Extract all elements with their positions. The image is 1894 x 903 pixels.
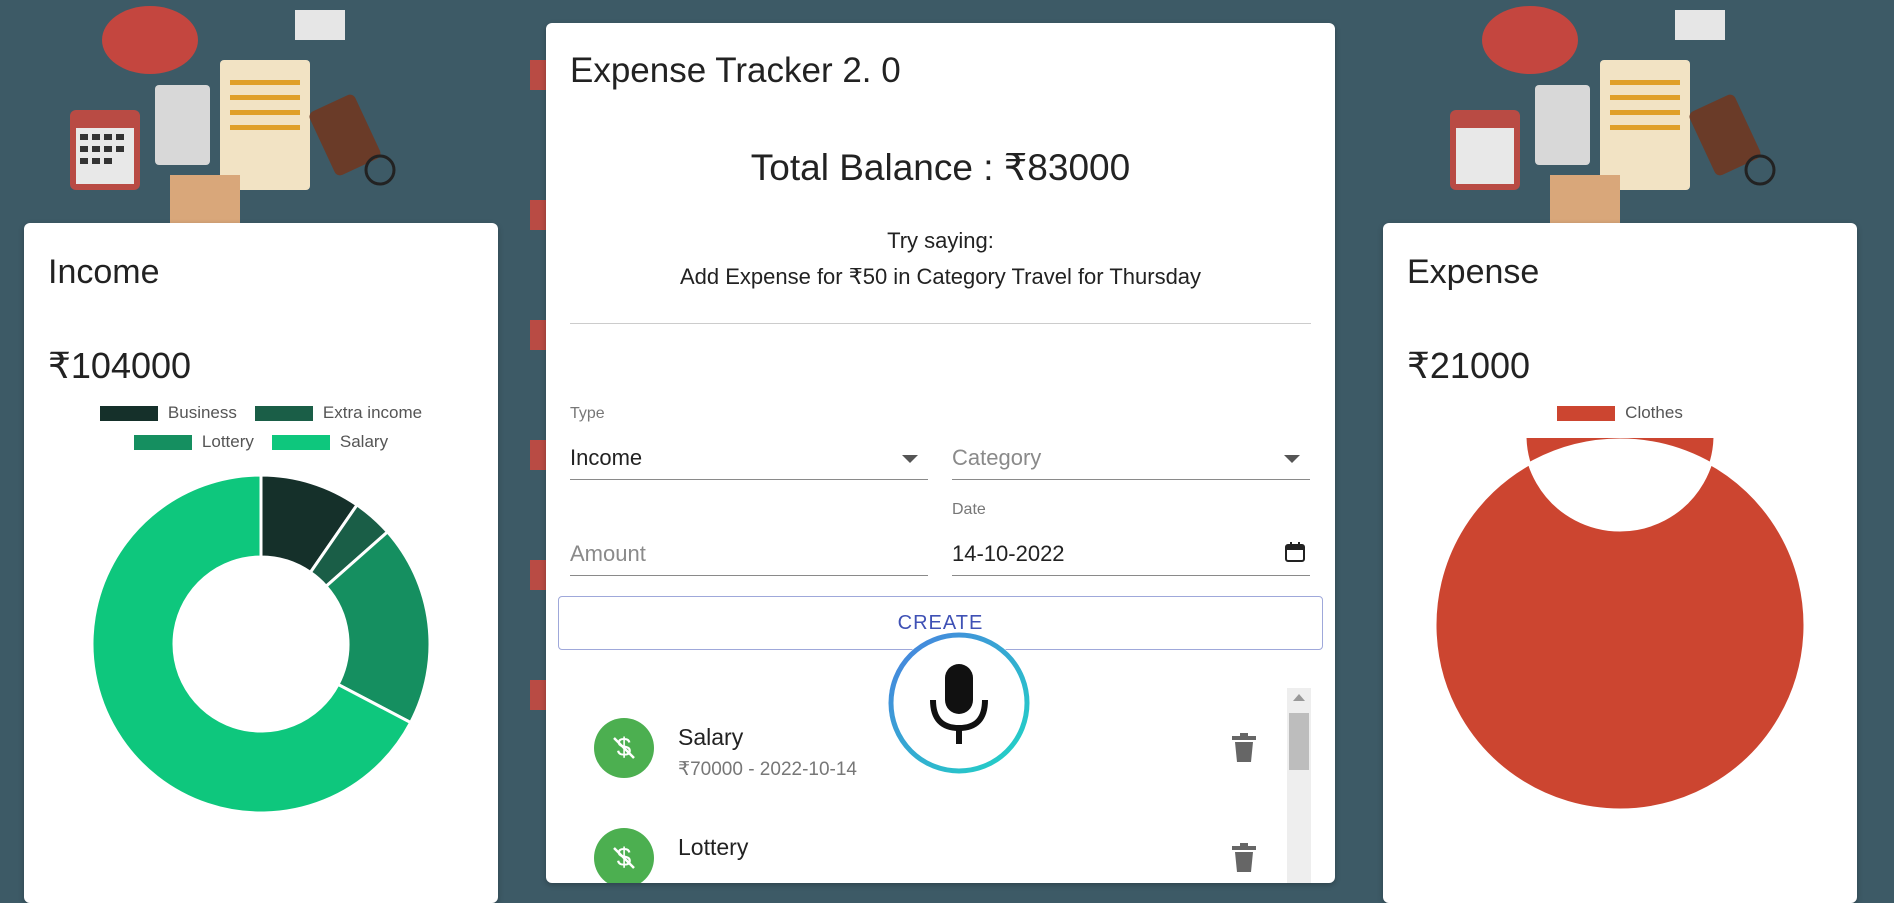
- transaction-title: Salary: [678, 724, 744, 750]
- legend-item-extra-income[interactable]: Extra income: [254, 403, 422, 423]
- scroll-up-icon[interactable]: [1293, 694, 1305, 701]
- category-select[interactable]: Category: [952, 435, 1310, 480]
- finance-illustration: [1450, 6, 1776, 230]
- legend-item-lottery[interactable]: Lottery: [133, 432, 254, 452]
- amount-field[interactable]: Amount: [570, 531, 928, 576]
- divider: [570, 323, 1311, 324]
- income-donut-chart: [90, 473, 432, 815]
- avatar: $: [594, 828, 654, 883]
- list-scrollbar[interactable]: [1287, 688, 1311, 883]
- app-title: Expense Tracker 2. 0: [570, 51, 901, 90]
- delete-icon[interactable]: [1230, 732, 1258, 764]
- voice-mic-button[interactable]: [888, 632, 1030, 774]
- expense-amount: ₹21000: [1407, 345, 1531, 386]
- dollar-icon: $: [613, 842, 635, 872]
- calendar-icon[interactable]: [1284, 541, 1306, 563]
- legend-item-business[interactable]: Business: [99, 403, 237, 423]
- hint-line-2: Add Expense for ₹50 in Category Travel f…: [679, 264, 1202, 289]
- category-placeholder: Category: [952, 445, 1042, 470]
- expense-legend: Clothes: [1383, 403, 1857, 432]
- type-label: Type: [570, 405, 605, 422]
- date-field[interactable]: Date 14-10-2022: [952, 501, 1310, 576]
- expense-card: Expense ₹21000 Clothes: [1383, 223, 1857, 903]
- income-legend: Business Extra income Lottery Salary: [24, 403, 498, 461]
- scroll-thumb[interactable]: [1289, 713, 1309, 770]
- hint-line-1: Try saying:: [887, 228, 994, 253]
- microphone-icon: [930, 664, 988, 744]
- income-amount: ₹104000: [48, 345, 192, 386]
- date-label: Date: [952, 501, 986, 518]
- chevron-down-icon: [1284, 455, 1300, 463]
- dollar-icon: $: [613, 732, 635, 762]
- expense-donut-chart: [1433, 438, 1807, 812]
- income-title: Income: [48, 253, 160, 291]
- expense-title: Expense: [1407, 253, 1540, 291]
- chevron-down-icon: [902, 455, 918, 463]
- type-value: Income: [570, 445, 643, 470]
- transaction-title: Lottery: [678, 834, 749, 860]
- type-select[interactable]: Type Income: [570, 405, 928, 480]
- avatar: $: [594, 718, 654, 778]
- delete-icon[interactable]: [1230, 842, 1258, 874]
- total-balance: Total Balance : ₹83000: [750, 147, 1131, 188]
- legend-item-clothes[interactable]: Clothes: [1557, 403, 1683, 423]
- date-value: 14-10-2022: [952, 541, 1065, 566]
- income-card: Income ₹104000 Business Extra income Lot…: [24, 223, 498, 903]
- transaction-subtitle: ₹70000 - 2022-10-14: [678, 759, 857, 780]
- voice-hint: Try saying: Add Expense for ₹50 in Categ…: [546, 223, 1335, 295]
- finance-illustration: [70, 6, 396, 230]
- amount-placeholder: Amount: [570, 541, 646, 566]
- list-item[interactable]: $ Lottery: [570, 798, 1310, 883]
- legend-item-salary[interactable]: Salary: [271, 432, 388, 452]
